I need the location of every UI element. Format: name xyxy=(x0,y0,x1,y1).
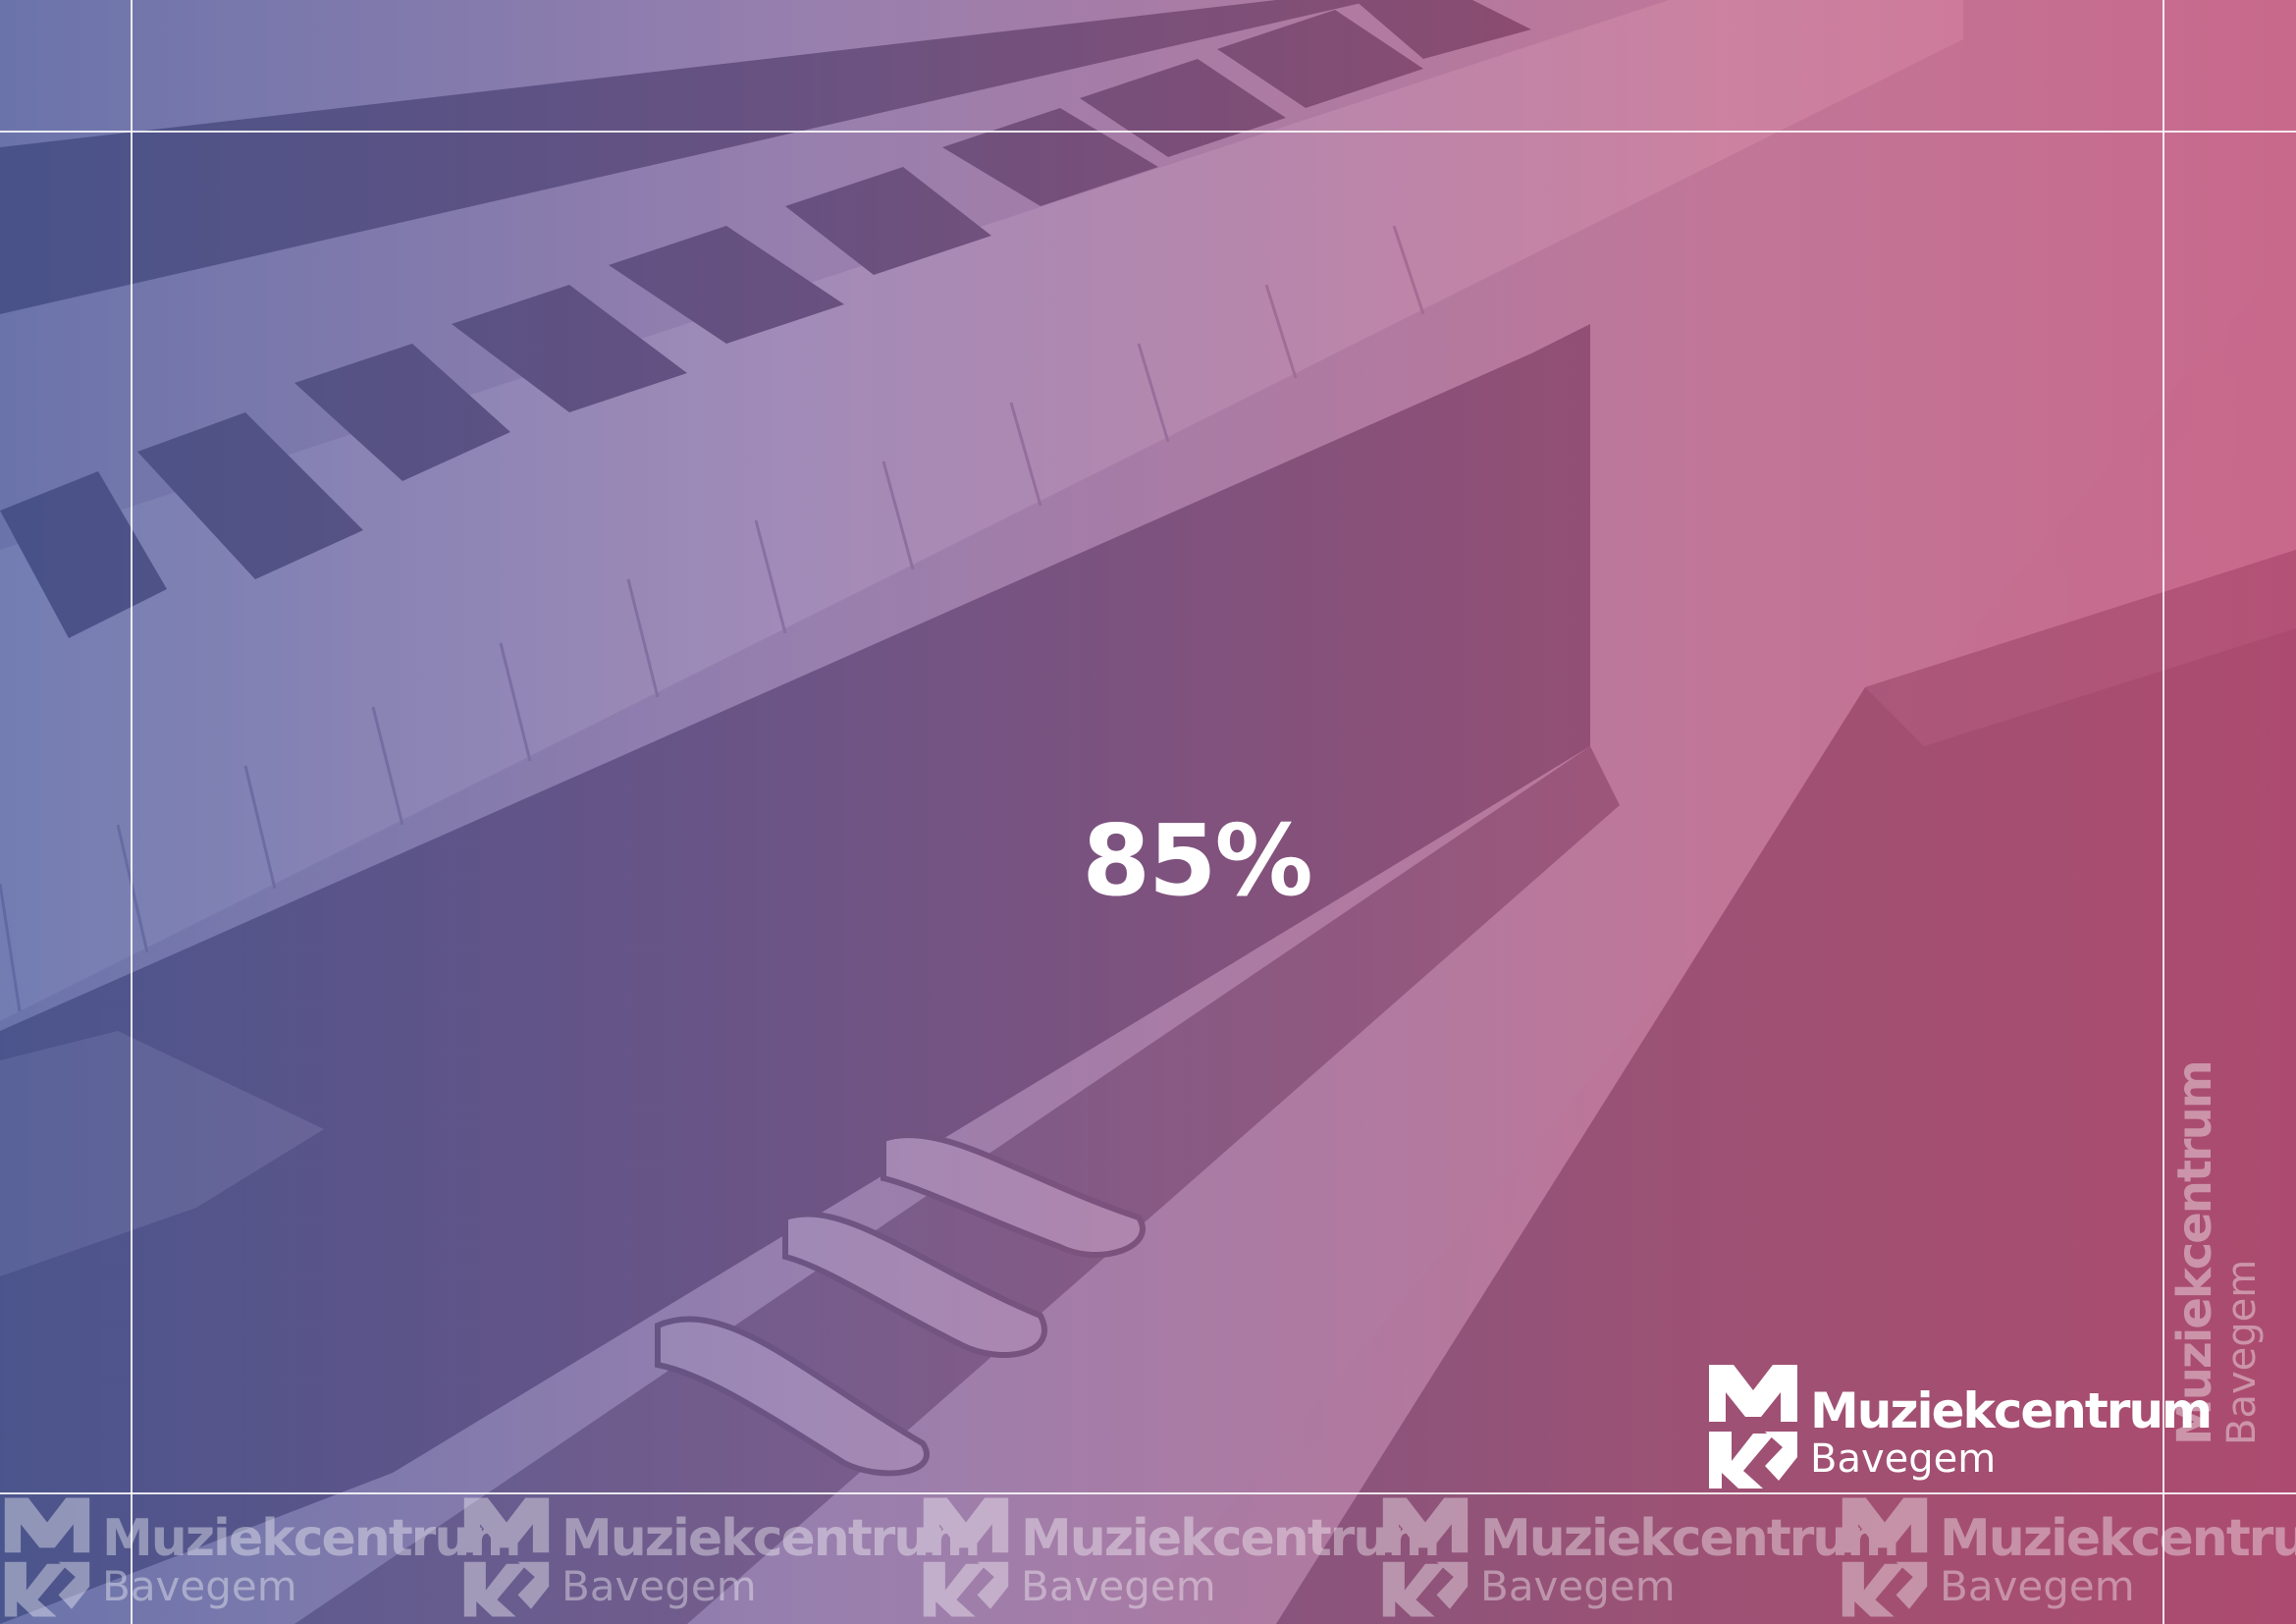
watermark-name: Muziekcentrum xyxy=(1940,1509,2296,1568)
mk-monogram-icon xyxy=(923,1497,1009,1617)
watermark-logo-vertical: Muziekcentrum Bavegem xyxy=(2167,1033,2296,1504)
guide-line-top xyxy=(0,131,2296,133)
watermark-place: Bavegem xyxy=(1021,1562,1216,1610)
watermark-place: Bavegem xyxy=(102,1562,297,1610)
brand-name: Muziekcentrum xyxy=(1810,1382,2213,1439)
watermark-place: Bavegem xyxy=(561,1562,757,1610)
watermark-logo: Muziekcentrum Bavegem xyxy=(1378,1490,1900,1624)
watermark-logo: Muziekcentrum Bavegem xyxy=(919,1490,1441,1624)
watermark-name: Muziekcentrum xyxy=(102,1509,522,1568)
watermark-place: Bavegem xyxy=(1480,1562,1676,1610)
poster-canvas: 85% Muziekcentrum Bavegem Muziekcentrum … xyxy=(0,0,2296,1624)
mk-monogram-icon xyxy=(1842,1497,1928,1617)
watermark-name: Muziekcentrum xyxy=(1021,1509,1441,1568)
logo-watermark-row: Muziekcentrum Bavegem Muziekcentrum Bave… xyxy=(0,1490,2296,1624)
mk-monogram-icon xyxy=(4,1497,90,1617)
watermark-logo: Muziekcentrum Bavegem xyxy=(459,1490,982,1624)
watermark-vertical-name: Muziekcentrum xyxy=(2167,1061,2222,1445)
mk-monogram-icon xyxy=(1709,1365,1797,1489)
watermark-name: Muziekcentrum xyxy=(1480,1509,1900,1568)
brand-place: Bavegem xyxy=(1810,1436,1997,1482)
watermark-vertical-place: Bavegem xyxy=(2219,1259,2265,1445)
watermark-place: Bavegem xyxy=(1940,1562,2135,1610)
watermark-logo: Muziekcentrum Bavegem xyxy=(1838,1490,2296,1624)
watermark-logo: Muziekcentrum Bavegem xyxy=(0,1490,522,1624)
watermark-name: Muziekcentrum xyxy=(561,1509,982,1568)
guide-line-left xyxy=(131,0,133,1624)
brand-logo: Muziekcentrum Bavegem xyxy=(1704,1363,2213,1490)
mk-monogram-icon xyxy=(463,1497,550,1617)
percentage-stat: 85% xyxy=(1082,803,1312,918)
mk-monogram-icon xyxy=(1382,1497,1468,1617)
